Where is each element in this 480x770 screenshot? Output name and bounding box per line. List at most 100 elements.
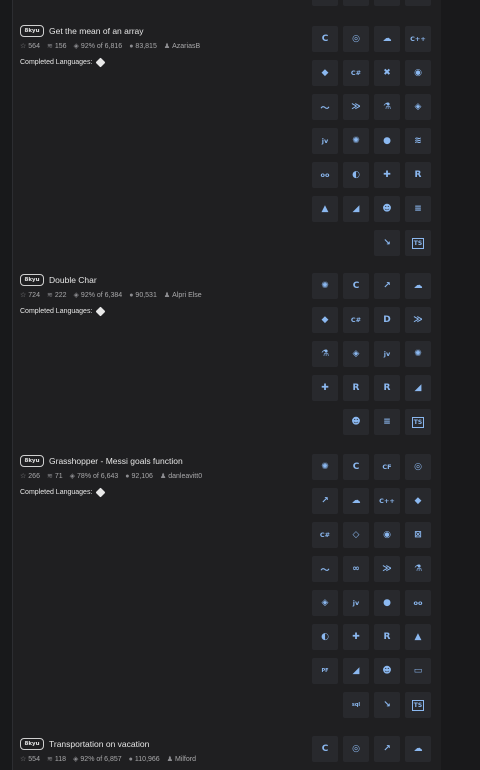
language-tile[interactable]: ☁ [405, 273, 431, 299]
language-tile[interactable]: ≫ [374, 556, 400, 582]
collections-icon: ≋ [46, 473, 53, 480]
language-tile[interactable]: TS [405, 230, 431, 256]
language-tile[interactable]: C# [343, 60, 369, 86]
language-tile[interactable]: ◎ [405, 454, 431, 480]
stars-count: 724 [28, 291, 40, 299]
language-tile[interactable]: C [312, 26, 338, 52]
language-tile[interactable]: ▭ [405, 658, 431, 684]
language-tile[interactable]: ⚗ [405, 556, 431, 582]
language-tile[interactable]: ☻ [374, 196, 400, 222]
kata-title-link[interactable]: Get the mean of an array [49, 26, 144, 36]
language-tile[interactable]: oo [405, 590, 431, 616]
language-tile[interactable]: ◆ [312, 307, 338, 333]
language-tile[interactable]: ◈ [312, 590, 338, 616]
language-tile[interactable]: C [343, 454, 369, 480]
language-tile[interactable]: ↘ [374, 692, 400, 718]
kata-title-link[interactable]: Transportation on vacation [49, 739, 149, 749]
language-tile[interactable]: D [374, 307, 400, 333]
language-tile[interactable]: ☁ [405, 736, 431, 762]
user-icon: ♟ [163, 292, 171, 299]
language-tile[interactable]: CF [374, 454, 400, 480]
language-tile[interactable]: C# [343, 307, 369, 333]
author-link[interactable]: danleavitt0 [168, 473, 202, 480]
language-tile[interactable]: C# [312, 522, 338, 548]
language-tile[interactable]: ✚ [343, 624, 369, 650]
language-tile[interactable]: ✺ [312, 273, 338, 299]
language-tile[interactable]: ◢ [405, 375, 431, 401]
author-link[interactable]: Alpri Else [172, 292, 202, 299]
language-tile[interactable]: ● [374, 128, 400, 154]
language-tile[interactable]: TS [405, 409, 431, 435]
language-tile[interactable]: R [374, 624, 400, 650]
language-tile[interactable]: ◢ [343, 196, 369, 222]
language-tile[interactable]: R [343, 375, 369, 401]
language-tile[interactable]: ↗ [312, 488, 338, 514]
language-tile[interactable]: ≡ [374, 409, 400, 435]
language-tile[interactable]: oo [312, 162, 338, 188]
language-tile[interactable]: ● [374, 590, 400, 616]
language-tile[interactable]: jv [374, 341, 400, 367]
language-tile[interactable]: ☁ [343, 488, 369, 514]
language-tile[interactable]: ◢ [343, 658, 369, 684]
author-link[interactable]: Milford [175, 756, 196, 763]
author-link[interactable]: AzariasB [172, 43, 200, 50]
language-tile[interactable]: ☻ [374, 658, 400, 684]
kata-title-link[interactable]: Double Char [49, 275, 97, 285]
language-tile[interactable]: ∞ [343, 556, 369, 582]
language-tile[interactable]: ◐ [343, 162, 369, 188]
language-tile[interactable]: ◇ [343, 522, 369, 548]
language-tile[interactable]: R [405, 162, 431, 188]
language-tile[interactable]: ✚ [312, 375, 338, 401]
language-tile[interactable]: ↘ [374, 230, 400, 256]
language-tile[interactable]: ◈ [343, 341, 369, 367]
language-tile[interactable]: C [343, 273, 369, 299]
language-tile[interactable]: ↗ [374, 736, 400, 762]
language-tile[interactable]: ◎ [343, 736, 369, 762]
language-tile[interactable]: ⚗ [312, 341, 338, 367]
language-tile[interactable]: ◆ [312, 60, 338, 86]
language-tile[interactable]: ✺ [312, 454, 338, 480]
language-tile[interactable]: ◎ [343, 26, 369, 52]
language-tile[interactable]: TS [405, 692, 431, 718]
language-tile[interactable]: C++ [374, 488, 400, 514]
language-tile[interactable]: ☁ [374, 26, 400, 52]
language-tile[interactable]: ▲ [312, 196, 338, 222]
language-tile[interactable]: ◈ [405, 94, 431, 120]
language-tile[interactable] [312, 0, 338, 6]
language-tile[interactable]: ⊠ [405, 522, 431, 548]
language-tile[interactable]: ≫ [343, 94, 369, 120]
language-tile[interactable]: C [312, 736, 338, 762]
language-tile[interactable]: sql [343, 692, 369, 718]
language-tile[interactable] [343, 0, 369, 6]
language-tile[interactable]: ☻ [343, 409, 369, 435]
language-tile[interactable]: R [374, 375, 400, 401]
collections-count: 118 [54, 755, 67, 763]
language-tile[interactable]: C++ [405, 26, 431, 52]
language-tile[interactable]: ✖ [374, 60, 400, 86]
language-tile[interactable]: ≡ [405, 196, 431, 222]
language-tile[interactable]: ◉ [374, 522, 400, 548]
kata-title-link[interactable]: Grasshopper - Messi goals function [49, 456, 183, 466]
language-tile[interactable]: ≋ [405, 128, 431, 154]
satisfaction-rating: 92% of 6,816 [80, 42, 123, 50]
language-tile[interactable]: PF [312, 658, 338, 684]
language-tile[interactable] [405, 0, 431, 6]
language-tile[interactable]: 〜 [312, 556, 338, 582]
kata-item: 8kyu Grasshopper - Messi goals function … [20, 454, 310, 498]
kata-stats: ☆ 266 ≋ 71 ◈ 78% of 6,643 ● 92,106 ♟ danleavi… [20, 470, 310, 482]
language-tile[interactable]: ⚗ [374, 94, 400, 120]
language-tile[interactable]: ≫ [405, 307, 431, 333]
language-tile[interactable]: 〜 [312, 94, 338, 120]
language-tile[interactable]: jv [343, 590, 369, 616]
language-tile[interactable]: ↗ [374, 273, 400, 299]
language-tile[interactable]: ◆ [405, 488, 431, 514]
language-tile[interactable] [374, 0, 400, 6]
language-tile[interactable]: ✺ [343, 128, 369, 154]
language-tile[interactable]: ◐ [312, 624, 338, 650]
language-tile[interactable]: ✺ [405, 341, 431, 367]
language-tile[interactable]: jv [312, 128, 338, 154]
language-tile[interactable]: ✚ [374, 162, 400, 188]
kata-item: 8kyu Double Char ☆ 724 ≋ 222 ◈ 92% of 6,384… [20, 273, 310, 317]
language-tile[interactable]: ▲ [405, 624, 431, 650]
language-tile[interactable]: ◉ [405, 60, 431, 86]
